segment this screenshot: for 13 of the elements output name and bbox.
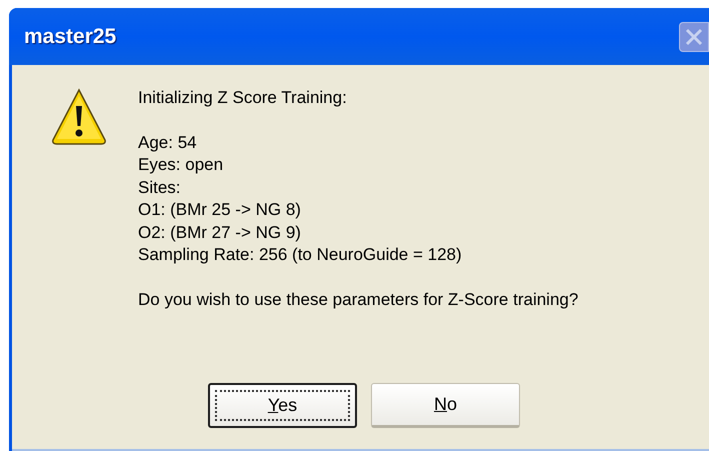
message-line: Initializing Z Score Training: xyxy=(138,87,348,109)
message-line: Eyes: open xyxy=(138,154,224,176)
dialog-button[interactable]: No xyxy=(371,383,520,428)
warning-icon xyxy=(49,86,109,148)
message-line: O2: (BMr 27 -> NG 9) xyxy=(138,222,302,244)
window-title: master25 xyxy=(24,24,116,50)
message-line: O1: (BMr 25 -> NG 8) xyxy=(138,199,302,221)
dialog-button[interactable]: Yes xyxy=(208,383,357,428)
close-icon xyxy=(685,28,703,46)
message-line: Do you wish to use these parameters for Z-Score training? xyxy=(138,288,578,310)
message-line: Sampling Rate: 256 (to NeuroGuide = 128) xyxy=(138,244,463,266)
message-line: Sites: xyxy=(138,176,182,198)
message-line: Age: 54 xyxy=(138,132,198,154)
